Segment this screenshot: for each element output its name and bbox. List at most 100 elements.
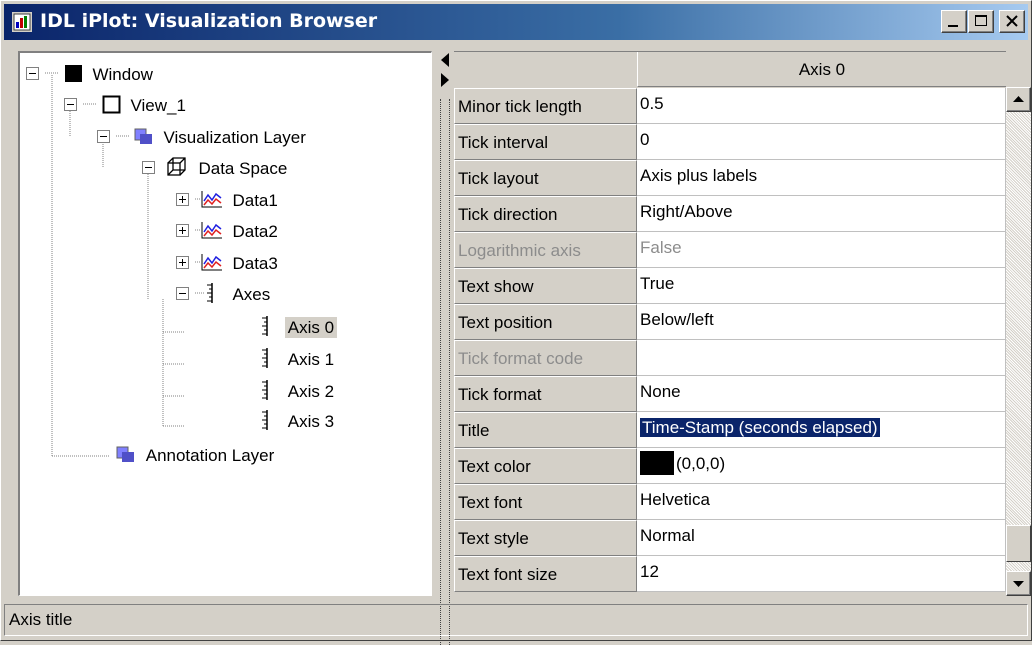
minimize-button[interactable] xyxy=(941,10,967,33)
color-swatch xyxy=(640,451,674,475)
minimize-icon xyxy=(948,25,958,27)
property-value xyxy=(637,340,1006,376)
window-icon xyxy=(44,65,82,82)
collapse-icon xyxy=(142,161,155,174)
tree-node-axis-3[interactable]: Axis 3 xyxy=(250,407,337,437)
selected-text[interactable]: Time-Stamp (seconds elapsed) xyxy=(640,418,880,437)
tree-node-data-space[interactable]: Data Space xyxy=(142,154,290,184)
property-name: Tick format code xyxy=(454,340,637,376)
property-value[interactable]: Normal xyxy=(637,520,1006,556)
property-name: Title xyxy=(454,412,637,448)
collapse-icon xyxy=(64,98,77,111)
property-row[interactable]: Text show True xyxy=(454,268,1006,304)
property-name: Tick interval xyxy=(454,124,637,160)
property-value[interactable]: Right/Above xyxy=(637,196,1006,232)
scroll-down-button[interactable] xyxy=(1006,571,1031,596)
axis-icon xyxy=(262,380,268,400)
tree-node-label: Data3 xyxy=(232,254,278,273)
tree-node-label: Visualization Layer xyxy=(163,128,306,147)
scrollbar-thumb[interactable] xyxy=(1006,525,1031,562)
layer-icon xyxy=(116,446,134,462)
property-value[interactable]: Helvetica xyxy=(637,484,1006,520)
property-name: Text color xyxy=(454,448,637,484)
property-name: Text font size xyxy=(454,556,637,592)
property-row[interactable]: Tick direction Right/Above xyxy=(454,196,1006,232)
expand-icon xyxy=(176,224,189,237)
title-value-editor[interactable]: Time-Stamp (seconds elapsed) xyxy=(637,412,1006,448)
property-row[interactable]: Tick interval 0 xyxy=(454,124,1006,160)
expand-icon xyxy=(176,256,189,269)
property-row: Logarithmic axis False xyxy=(454,232,1006,268)
maximize-button[interactable] xyxy=(968,10,994,33)
property-row[interactable]: Minor tick length 0.5 xyxy=(454,88,1006,124)
property-row[interactable]: Title Time-Stamp (seconds elapsed) xyxy=(454,412,1006,448)
column-header: Axis 0 xyxy=(637,52,1006,87)
property-name: Tick format xyxy=(454,376,637,412)
property-row[interactable]: Text style Normal xyxy=(454,520,1006,556)
property-name: Tick direction xyxy=(454,196,637,232)
property-row[interactable]: Text font Helvetica xyxy=(454,484,1006,520)
app-icon xyxy=(12,12,32,32)
property-sheet[interactable]: Axis 0 Minor tick length 0.5 Tick interv… xyxy=(454,51,1006,596)
property-value[interactable]: True xyxy=(637,268,1006,304)
vertical-scrollbar[interactable] xyxy=(1006,87,1031,596)
collapse-left-icon xyxy=(441,53,449,67)
expand-icon xyxy=(176,193,189,206)
tree-node-label: View_1 xyxy=(130,96,186,115)
visualization-tree[interactable]: Window View_1 Visualization Layer Data S… xyxy=(18,51,432,596)
title-bar[interactable]: IDL iPlot: Visualization Browser xyxy=(4,4,1028,40)
tree-node-axis-0[interactable]: Axis 0 xyxy=(250,313,338,343)
tree-node-label: Axis 1 xyxy=(287,350,335,369)
tree-node-axis-1[interactable]: Axis 1 xyxy=(250,345,337,375)
tree-node-label: Axis 2 xyxy=(287,382,335,401)
property-row[interactable]: Text position Below/left xyxy=(454,304,1006,340)
property-value[interactable]: 12 xyxy=(637,556,1006,592)
property-name: Logarithmic axis xyxy=(454,232,637,268)
tree-node-axes[interactable]: Axes xyxy=(176,280,273,310)
axis-icon xyxy=(262,316,268,336)
property-value: False xyxy=(637,232,1006,268)
property-name: Text font xyxy=(454,484,637,520)
axis-icon xyxy=(262,410,268,430)
expand-right-icon xyxy=(441,73,449,87)
property-value[interactable]: 0 xyxy=(637,124,1006,160)
tree-node-label: Axis 3 xyxy=(287,412,335,431)
color-value-text: (0,0,0) xyxy=(676,454,726,473)
plot-icon xyxy=(194,191,222,208)
data-space-icon xyxy=(167,157,186,176)
tree-node-axis-2[interactable]: Axis 2 xyxy=(250,377,337,407)
tree-node-label: Annotation Layer xyxy=(145,446,275,465)
tree-node-visualization-layer[interactable]: Visualization Layer xyxy=(97,123,309,153)
tree-node-data1[interactable]: Data1 xyxy=(176,186,281,216)
tree-node-label: Data2 xyxy=(232,222,278,241)
property-name: Text show xyxy=(454,268,637,304)
plot-icon xyxy=(194,254,222,271)
tree-node-data3[interactable]: Data3 xyxy=(176,249,281,279)
visualization-browser-window: IDL iPlot: Visualization Browser Window … xyxy=(0,0,1032,645)
property-value[interactable]: None xyxy=(637,376,1006,412)
close-icon xyxy=(1006,15,1018,27)
tree-node-data2[interactable]: Data2 xyxy=(176,217,281,247)
arrow-down-icon xyxy=(1013,581,1024,587)
pane-splitter[interactable] xyxy=(435,51,455,645)
property-value[interactable]: Axis plus labels xyxy=(637,160,1006,196)
plot-icon xyxy=(194,222,222,239)
view-icon xyxy=(82,95,121,114)
splitter-grip[interactable] xyxy=(440,99,450,645)
tree-node-annotation-layer[interactable]: Annotation Layer xyxy=(112,441,277,471)
arrow-up-icon xyxy=(1013,96,1024,102)
scroll-up-button[interactable] xyxy=(1006,87,1031,112)
tree-node-label: Axes xyxy=(232,285,271,304)
tree-node-view[interactable]: View_1 xyxy=(64,91,189,121)
property-row[interactable]: Tick layout Axis plus labels xyxy=(454,160,1006,196)
property-value[interactable]: Below/left xyxy=(637,304,1006,340)
property-name: Text position xyxy=(454,304,637,340)
close-button[interactable] xyxy=(999,10,1025,33)
property-row[interactable]: Text font size 12 xyxy=(454,556,1006,596)
tree-node-label: Axis 0 xyxy=(284,317,338,338)
property-row[interactable]: Tick format None xyxy=(454,376,1006,412)
property-value[interactable]: 0.5 xyxy=(637,88,1006,124)
color-value[interactable]: (0,0,0) xyxy=(637,448,1006,484)
tree-node-window[interactable]: Window xyxy=(26,60,156,90)
property-row[interactable]: Text color (0,0,0) xyxy=(454,448,1006,484)
